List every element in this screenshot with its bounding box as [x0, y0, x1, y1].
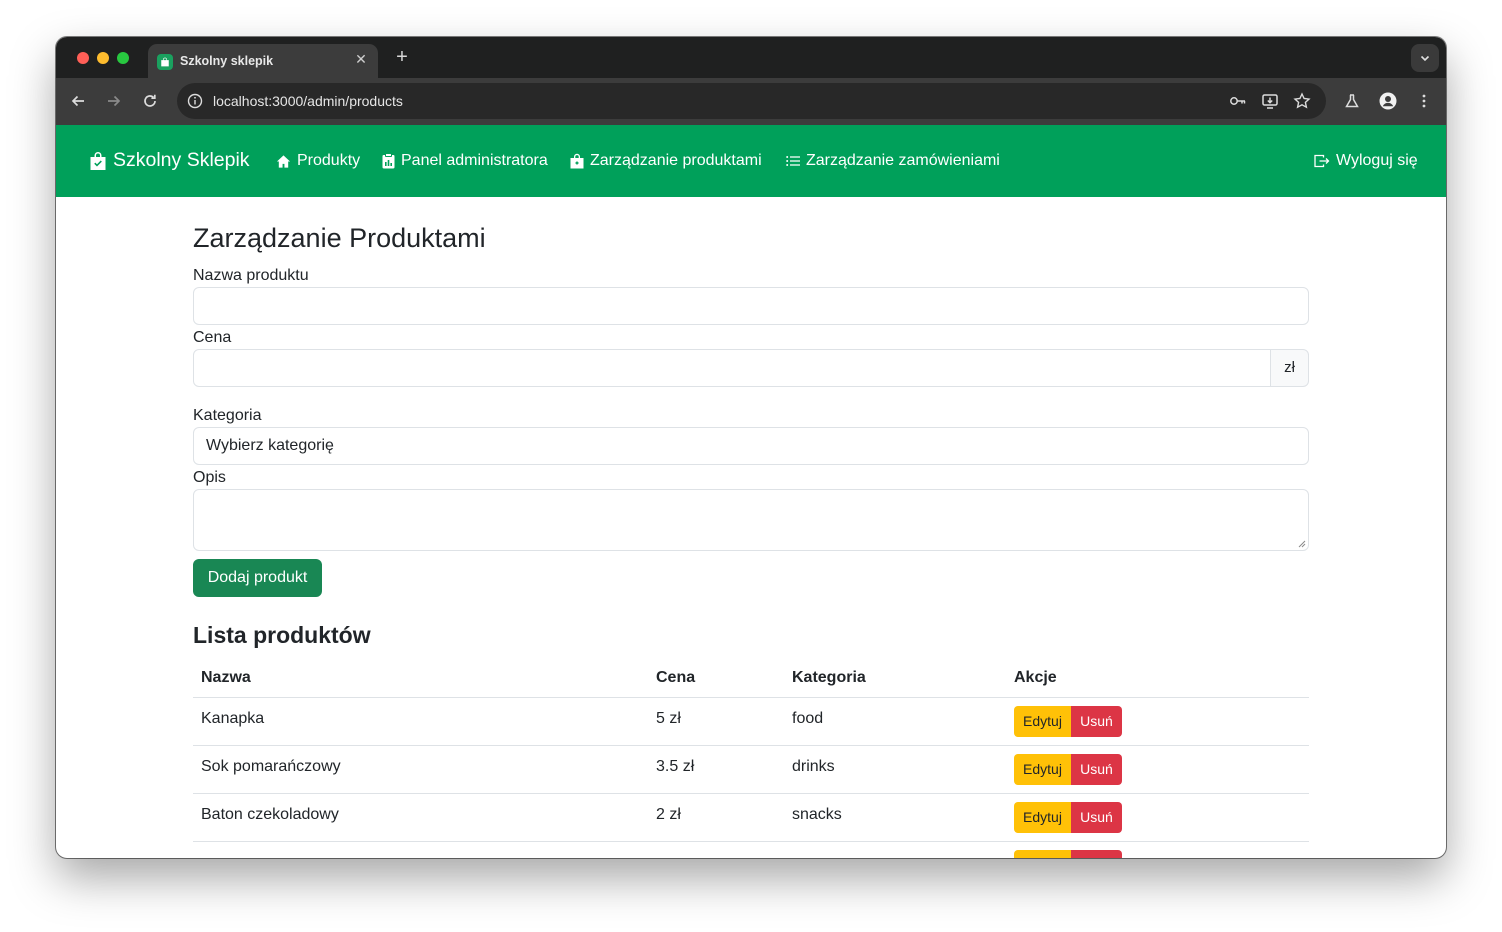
delete-button[interactable]: [1071, 850, 1122, 858]
maximize-window-button[interactable]: [117, 52, 129, 64]
bookmark-star-icon[interactable]: [1293, 92, 1311, 110]
profile-avatar-icon[interactable]: [1378, 91, 1398, 111]
nav-link-product-management[interactable]: Zarządzanie produktami: [570, 152, 762, 170]
nav-link-label: Panel administratora: [401, 152, 548, 169]
delete-button[interactable]: Usuń: [1071, 706, 1122, 737]
price-label: Cena: [193, 329, 232, 346]
install-app-icon[interactable]: [1261, 92, 1279, 110]
edit-button[interactable]: Edytuj: [1014, 802, 1071, 833]
product-name-label: Nazwa produktu: [193, 267, 309, 284]
product-category-cell: drinks: [792, 758, 835, 775]
shop-favicon-icon: [157, 54, 173, 70]
minimize-window-button[interactable]: [97, 52, 109, 64]
table-row-partial: [193, 841, 1309, 858]
column-header-actions: Akcje: [1014, 669, 1057, 686]
back-icon[interactable]: [68, 91, 88, 111]
chevron-down-icon: [1420, 55, 1430, 62]
address-bar[interactable]: localhost:3000/admin/products: [177, 83, 1326, 119]
close-window-button[interactable]: [77, 52, 89, 64]
new-tab-button[interactable]: +: [392, 46, 412, 68]
price-input[interactable]: [193, 349, 1271, 387]
shopping-bag-icon: [570, 153, 584, 169]
tab-strip: Szkolny sklepik ✕ +: [56, 37, 1446, 78]
nav-link-produkty[interactable]: Produkty: [276, 152, 360, 170]
product-name-cell: Baton czekoladowy: [201, 806, 339, 823]
product-name-cell: Sok pomarańczowy: [201, 758, 341, 775]
table-row: Sok pomarańczowy 3.5 zł drinks Edytuj Us…: [193, 745, 1309, 793]
currency-addon: zł: [1270, 349, 1309, 387]
product-category-cell: snacks: [792, 806, 842, 823]
column-header-price: Cena: [656, 669, 696, 686]
logout-link[interactable]: Wyloguj się: [1314, 152, 1418, 170]
delete-button[interactable]: Usuń: [1071, 802, 1122, 833]
add-product-button[interactable]: Dodaj produkt: [193, 559, 322, 597]
product-name-input[interactable]: [193, 287, 1309, 325]
house-icon: [276, 154, 291, 168]
brand-name: Szkolny Sklepik: [113, 149, 250, 171]
product-name-cell: Kanapka: [201, 710, 265, 727]
browser-tab[interactable]: Szkolny sklepik ✕: [148, 44, 378, 78]
column-header-category: Kategoria: [792, 669, 866, 686]
table-row: Kanapka 5 zł food Edytuj Usuń: [193, 697, 1309, 745]
shopping-bag-check-icon: [90, 151, 106, 170]
nav-link-label: Zarządzanie zamówieniami: [806, 152, 1000, 169]
logout-label: Wyloguj się: [1336, 152, 1418, 169]
category-select[interactable]: Wybierz kategorię: [193, 427, 1309, 465]
labs-flask-icon[interactable]: [1342, 91, 1362, 111]
url-text[interactable]: localhost:3000/admin/products: [213, 93, 403, 109]
nav-link-admin-panel[interactable]: Panel administratora: [382, 152, 548, 170]
delete-button[interactable]: Usuń: [1071, 754, 1122, 785]
clipboard-chart-icon: [382, 153, 395, 169]
password-key-icon[interactable]: [1229, 92, 1247, 110]
category-label: Kategoria: [193, 407, 262, 424]
product-price-cell: 3.5 zł: [656, 758, 695, 775]
product-price-cell: 5 zł: [656, 710, 681, 727]
list-icon: [786, 156, 800, 166]
column-header-name: Nazwa: [201, 669, 251, 686]
site-info-icon[interactable]: [186, 92, 204, 110]
browser-menu-icon[interactable]: [1414, 91, 1434, 111]
edit-button[interactable]: [1014, 850, 1071, 858]
table-row: Baton czekoladowy 2 zł snacks Edytuj Usu…: [193, 793, 1309, 841]
nav-link-label: Produkty: [297, 152, 361, 169]
nav-link-order-management[interactable]: Zarządzanie zamówieniami: [786, 152, 1000, 170]
tab-close-icon[interactable]: ✕: [353, 51, 369, 67]
nav-link-label: Zarządzanie produktami: [590, 152, 762, 169]
tab-search-button[interactable]: [1411, 44, 1439, 72]
forward-icon[interactable]: [104, 91, 124, 111]
tab-title: Szkolny sklepik: [180, 54, 274, 68]
brand-link[interactable]: Szkolny Sklepik: [89, 149, 250, 172]
browser-window: Szkolny sklepik ✕ + localhost:3000/admin…: [56, 37, 1446, 858]
reload-icon[interactable]: [140, 91, 160, 111]
resize-grip-icon[interactable]: [1298, 540, 1306, 548]
app-navbar: Szkolny Sklepik Produkty Panel administr…: [56, 125, 1446, 197]
edit-button[interactable]: Edytuj: [1014, 706, 1071, 737]
logout-icon: [1314, 154, 1330, 168]
product-list-title: Lista produktów: [193, 622, 371, 648]
description-textarea[interactable]: [193, 489, 1309, 551]
page-title: Zarządzanie Produktami: [193, 223, 486, 253]
edit-button[interactable]: Edytuj: [1014, 754, 1071, 785]
browser-toolbar: localhost:3000/admin/products: [56, 78, 1446, 125]
product-price-cell: 2 zł: [656, 806, 681, 823]
product-category-cell: food: [792, 710, 824, 727]
description-label: Opis: [193, 469, 226, 486]
